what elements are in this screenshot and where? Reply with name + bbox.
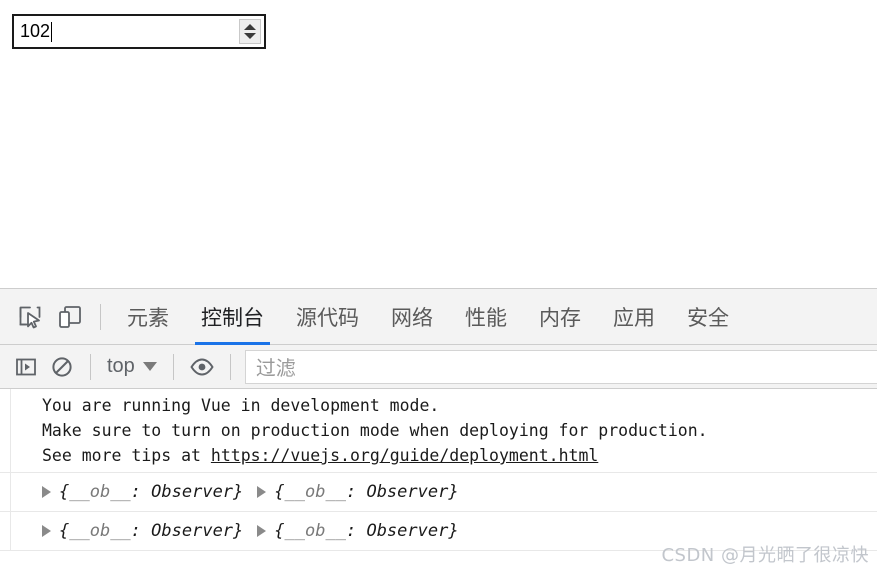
object-value: Observer	[151, 482, 233, 502]
tab-application-label: 应用	[613, 302, 655, 332]
tab-security-label: 安全	[687, 302, 729, 332]
tab-security[interactable]: 安全	[671, 289, 745, 345]
object-close-brace: }	[233, 482, 243, 502]
number-input-spinner[interactable]	[239, 19, 261, 44]
inspect-element-icon[interactable]	[10, 297, 50, 337]
tab-elements-label: 元素	[127, 302, 169, 332]
console-toolbar: top 过滤	[0, 345, 877, 389]
tab-sources[interactable]: 源代码	[280, 289, 375, 345]
vue-message-line-3-prefix: See more tips at	[42, 446, 211, 465]
object-separator: :	[131, 482, 151, 502]
observer-object-preview[interactable]: {__ob__: Observer}	[59, 516, 243, 546]
filter-placeholder: 过滤	[256, 352, 296, 381]
clear-console-icon[interactable]	[44, 349, 80, 385]
object-open-brace: {	[59, 521, 69, 541]
tab-memory-label: 内存	[539, 302, 581, 332]
vue-deployment-link[interactable]: https://vuejs.org/guide/deployment.html	[211, 446, 598, 465]
execution-context-dropdown[interactable]: top	[101, 355, 163, 378]
object-key: __ob__	[285, 482, 346, 502]
tab-console-label: 控制台	[201, 302, 264, 332]
disclosure-triangle-icon[interactable]	[257, 486, 266, 498]
tab-memory[interactable]: 内存	[523, 289, 597, 345]
object-close-brace: }	[448, 521, 458, 541]
spinner-down-arrow-icon[interactable]	[244, 33, 256, 39]
object-open-brace: {	[59, 482, 69, 502]
console-row-gutter	[0, 389, 11, 472]
object-key: __ob__	[69, 521, 130, 541]
tab-elements[interactable]: 元素	[111, 289, 185, 345]
disclosure-triangle-icon[interactable]	[257, 525, 266, 537]
console-message-observer-row-1: {__ob__: Observer} {__ob__: Observer}	[0, 473, 877, 512]
object-close-brace: }	[448, 482, 458, 502]
tab-network-label: 网络	[391, 302, 433, 332]
console-toolbar-divider-2	[173, 354, 174, 380]
page-viewport: 102	[0, 0, 877, 288]
text-caret	[51, 22, 52, 42]
chevron-down-icon	[143, 362, 157, 371]
devtools-tabbar: 元素 控制台 源代码 网络 性能 内存 应用 安全	[0, 289, 877, 345]
toolbar-divider	[100, 304, 101, 330]
observer-object-preview[interactable]: {__ob__: Observer}	[59, 477, 243, 507]
object-value: Observer	[366, 521, 448, 541]
object-separator: :	[346, 482, 366, 502]
tab-application[interactable]: 应用	[597, 289, 671, 345]
console-row-gutter	[0, 512, 11, 550]
devtools-panel: 元素 控制台 源代码 网络 性能 内存 应用 安全	[0, 288, 877, 576]
object-open-brace: {	[274, 482, 284, 502]
console-toolbar-divider-1	[90, 354, 91, 380]
tab-performance-label: 性能	[465, 302, 507, 332]
object-key: __ob__	[285, 521, 346, 541]
filter-input[interactable]: 过滤	[245, 350, 877, 384]
number-input-value: 102	[20, 21, 50, 42]
csdn-watermark: CSDN @月光晒了很凉快	[661, 541, 869, 567]
disclosure-triangle-icon[interactable]	[42, 486, 51, 498]
object-separator: :	[346, 521, 366, 541]
console-message-vue-warning: You are running Vue in development mode.…	[0, 389, 877, 473]
object-close-brace: }	[233, 521, 243, 541]
console-toolbar-divider-3	[230, 354, 231, 380]
execution-context-label: top	[107, 355, 135, 378]
tab-sources-label: 源代码	[296, 302, 359, 332]
tab-network[interactable]: 网络	[375, 289, 449, 345]
tab-console[interactable]: 控制台	[185, 289, 280, 345]
observer-object-preview[interactable]: {__ob__: Observer}	[274, 516, 458, 546]
object-value: Observer	[366, 482, 448, 502]
console-sidebar-icon[interactable]	[8, 349, 44, 385]
object-key: __ob__	[69, 482, 130, 502]
console-output[interactable]: You are running Vue in development mode.…	[0, 389, 877, 575]
disclosure-triangle-icon[interactable]	[42, 525, 51, 537]
vue-message-line-2: Make sure to turn on production mode whe…	[42, 421, 708, 440]
vue-dev-mode-message: You are running Vue in development mode.…	[0, 393, 877, 468]
object-value: Observer	[151, 521, 233, 541]
number-input[interactable]: 102	[12, 14, 266, 49]
tab-performance[interactable]: 性能	[449, 289, 523, 345]
console-row-gutter	[0, 473, 11, 511]
live-expression-icon[interactable]	[184, 349, 220, 385]
object-open-brace: {	[274, 521, 284, 541]
spinner-up-arrow-icon[interactable]	[244, 24, 256, 30]
observer-objects-row: {__ob__: Observer} {__ob__: Observer}	[0, 477, 877, 507]
vue-message-line-1: You are running Vue in development mode.	[42, 396, 439, 415]
number-input-value-area[interactable]: 102	[14, 16, 239, 47]
device-toolbar-icon[interactable]	[50, 297, 90, 337]
object-separator: :	[131, 521, 151, 541]
observer-object-preview[interactable]: {__ob__: Observer}	[274, 477, 458, 507]
